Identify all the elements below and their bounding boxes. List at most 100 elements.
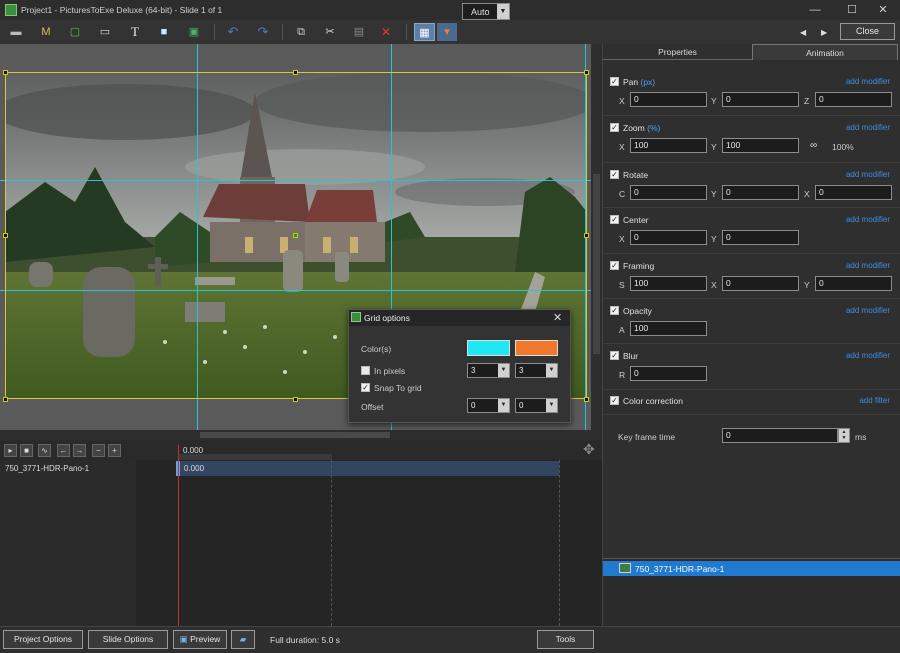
zoom-x-input[interactable]: 100 xyxy=(630,138,707,153)
blur-checkbox[interactable]: ✓ xyxy=(610,351,619,360)
zoom-checkbox[interactable]: ✓ xyxy=(610,123,619,132)
tab-animation[interactable]: Animation xyxy=(752,44,898,60)
canvas-vertical-scrollbar[interactable] xyxy=(591,44,602,440)
zoom-select[interactable]: Auto ▼ xyxy=(462,3,510,20)
chevron-down-icon: ▼ xyxy=(497,4,509,19)
resize-handle[interactable] xyxy=(3,70,8,75)
track-bar[interactable] xyxy=(178,461,559,476)
opacity-a-input[interactable]: 100 xyxy=(630,321,707,336)
minimize-button[interactable]: — xyxy=(798,0,832,20)
in-pixels-checkbox[interactable] xyxy=(361,366,370,375)
undo-icon[interactable]: ↶ xyxy=(223,23,243,41)
opacity-checkbox[interactable]: ✓ xyxy=(610,306,619,315)
grid-color-1-swatch[interactable] xyxy=(467,340,510,356)
section-divider xyxy=(603,389,900,390)
track-area[interactable] xyxy=(136,460,602,626)
center-y-input[interactable]: 0 xyxy=(722,230,799,245)
copy-icon[interactable]: ⧉ xyxy=(291,23,311,41)
grid-color-2-swatch[interactable] xyxy=(515,340,558,356)
waveform-button[interactable]: ∿ xyxy=(38,444,51,457)
rotate-y-input[interactable]: 0 xyxy=(722,185,799,200)
snap-to-grid-checkbox[interactable]: ✓ xyxy=(361,383,370,392)
pan-checkbox[interactable]: ✓ xyxy=(610,77,619,86)
rotate-add-modifier-link[interactable]: add modifier xyxy=(810,170,890,179)
keyframe-time-input[interactable]: 0 xyxy=(722,428,838,443)
maximize-button[interactable]: ☐ xyxy=(835,0,869,20)
zoom-y-input[interactable]: 100 xyxy=(722,138,799,153)
resize-handle[interactable] xyxy=(3,233,8,238)
tab-properties[interactable]: Properties xyxy=(603,44,752,60)
grid-icon[interactable]: ▦ xyxy=(414,23,435,41)
color-correction-checkbox[interactable]: ✓ xyxy=(610,396,619,405)
cut-icon[interactable]: ✂ xyxy=(320,23,340,41)
framing-add-modifier-link[interactable]: add modifier xyxy=(810,261,890,270)
resize-handle[interactable] xyxy=(584,233,589,238)
prev-slide-icon[interactable]: ◀ xyxy=(800,28,806,37)
pan-y-input[interactable]: 0 xyxy=(722,92,799,107)
center-checkbox[interactable]: ✓ xyxy=(610,215,619,224)
framing-y-input[interactable]: 0 xyxy=(815,276,892,291)
redo-icon[interactable]: ↷ xyxy=(253,23,273,41)
play-button[interactable]: ▸ xyxy=(4,444,17,457)
resize-handle[interactable] xyxy=(293,397,298,402)
close-icon[interactable]: ✕ xyxy=(553,311,562,324)
framing-s-label: S xyxy=(619,280,625,290)
stop-button[interactable]: ■ xyxy=(20,444,33,457)
video-icon[interactable]: ▭ xyxy=(95,23,115,41)
center-add-modifier-link[interactable]: add modifier xyxy=(810,215,890,224)
rectangle-icon[interactable]: ■ xyxy=(154,23,174,41)
offset-x-select[interactable]: 0 ▼ xyxy=(467,398,510,413)
framing-x-input[interactable]: 0 xyxy=(722,276,799,291)
canvas-horizontal-scrollbar[interactable] xyxy=(0,430,591,440)
track-name[interactable]: 750_3771-HDR-Pano-1 xyxy=(5,464,89,473)
pan-z-input[interactable]: 0 xyxy=(815,92,892,107)
text-icon[interactable]: T xyxy=(125,23,145,41)
resize-handle[interactable] xyxy=(3,397,8,402)
project-options-button[interactable]: Project Options xyxy=(3,630,83,649)
rotate-checkbox[interactable]: ✓ xyxy=(610,170,619,179)
framing-checkbox[interactable]: ✓ xyxy=(610,261,619,270)
grid-options-icon[interactable]: ▾ xyxy=(437,23,457,41)
tools-button[interactable]: Tools xyxy=(537,630,594,649)
pan-x-input[interactable]: 0 xyxy=(630,92,707,107)
add-filter-link[interactable]: add filter xyxy=(810,396,890,405)
framing-s-input[interactable]: 100 xyxy=(630,276,707,291)
rotate-c-input[interactable]: 0 xyxy=(630,185,707,200)
blur-r-input[interactable]: 0 xyxy=(630,366,707,381)
keyframe-time-spinner[interactable]: ▲ ▼ xyxy=(838,428,850,443)
center-handle[interactable] xyxy=(293,233,298,238)
camera-icon[interactable]: ▬ xyxy=(6,23,26,41)
mask-icon[interactable]: M xyxy=(36,23,56,41)
link-icon[interactable]: ∞ xyxy=(810,140,817,151)
playhead[interactable] xyxy=(178,445,179,626)
image-icon[interactable]: ▣ xyxy=(184,23,204,41)
next-slide-icon[interactable]: ▶ xyxy=(821,28,827,37)
blur-add-modifier-link[interactable]: add modifier xyxy=(810,351,890,360)
grid-x-select[interactable]: 3 ▼ xyxy=(467,363,510,378)
slide-options-button[interactable]: Slide Options xyxy=(88,630,168,649)
opacity-add-modifier-link[interactable]: add modifier xyxy=(810,306,890,315)
rotate-x-input[interactable]: 0 xyxy=(815,185,892,200)
next-keyframe-button[interactable]: → xyxy=(73,444,86,457)
pan-add-modifier-link[interactable]: add modifier xyxy=(810,77,890,86)
frame-icon[interactable]: ▢ xyxy=(65,23,85,41)
remove-keyframe-button[interactable]: − xyxy=(92,444,105,457)
offset-y-select[interactable]: 0 ▼ xyxy=(515,398,558,413)
resize-handle[interactable] xyxy=(293,70,298,75)
delete-icon[interactable]: ✕ xyxy=(376,23,396,41)
window-close-button[interactable]: ✕ xyxy=(866,0,900,20)
preview-label: Preview xyxy=(190,634,221,644)
resize-handle[interactable] xyxy=(584,70,589,75)
center-x-input[interactable]: 0 xyxy=(630,230,707,245)
add-keyframe-button[interactable]: + xyxy=(108,444,121,457)
resize-handle[interactable] xyxy=(584,397,589,402)
zoom-add-modifier-link[interactable]: add modifier xyxy=(810,123,890,132)
center-y-label: Y xyxy=(711,234,717,244)
grid-y-select[interactable]: 3 ▼ xyxy=(515,363,558,378)
close-button[interactable]: Close xyxy=(840,23,895,40)
preview-button[interactable]: ▣ Preview xyxy=(173,630,227,649)
paste-icon[interactable]: ▤ xyxy=(349,23,369,41)
prev-keyframe-button[interactable]: ← xyxy=(57,444,70,457)
publish-icon[interactable]: ▰ xyxy=(231,630,255,649)
move-icon[interactable]: ✥ xyxy=(583,441,595,458)
